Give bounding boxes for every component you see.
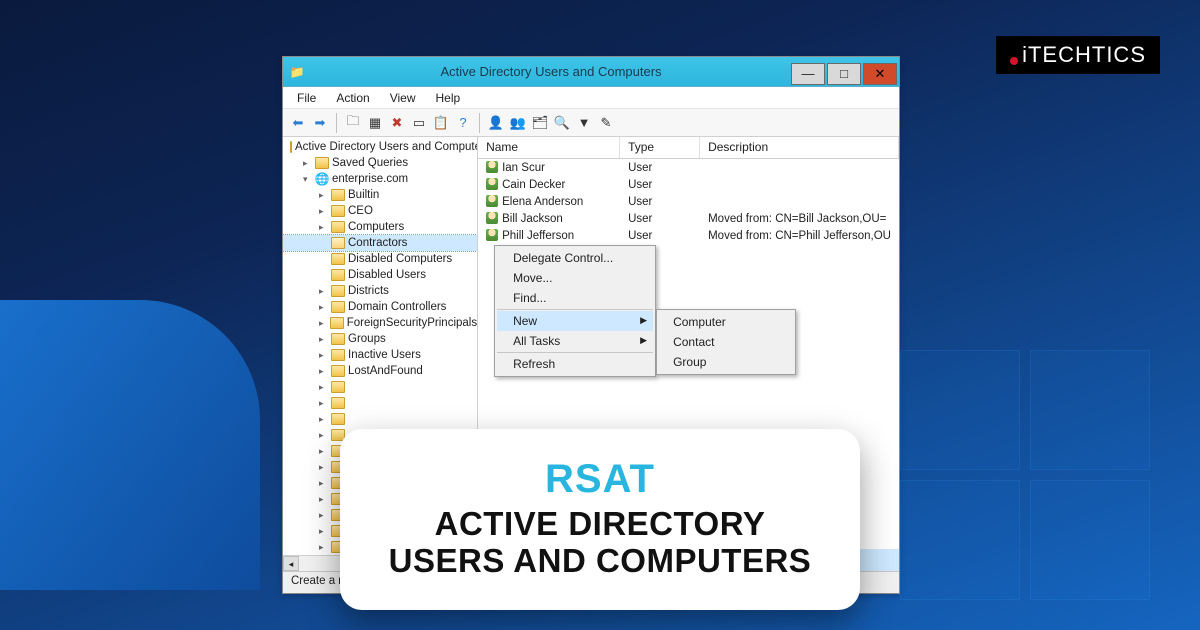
submenu-group[interactable]: Group — [659, 352, 793, 372]
tree-domain[interactable]: ▾🌐enterprise.com — [283, 171, 477, 187]
ctx-refresh[interactable]: Refresh — [497, 354, 653, 374]
user-icon — [486, 161, 498, 173]
bg-swoosh — [0, 300, 260, 590]
tree-node[interactable]: ▸Computers — [283, 219, 477, 235]
list-row[interactable]: Elena AndersonUser — [478, 193, 899, 210]
tree-node[interactable]: ▸Inactive Users — [283, 347, 477, 363]
new-group-icon[interactable]: 👥 — [509, 114, 527, 132]
refresh-icon[interactable]: 📋 — [432, 114, 450, 132]
submenu-contact[interactable]: Contact — [659, 332, 793, 352]
card-subtitle: ACTIVE DIRECTORY USERS AND COMPUTERS — [380, 506, 820, 580]
tree-node[interactable]: ▸ — [283, 411, 477, 427]
maximize-button[interactable]: □ — [827, 63, 861, 85]
menu-help[interactable]: Help — [428, 89, 469, 107]
find-icon[interactable]: 🔍 — [553, 114, 571, 132]
tree-node[interactable]: ▸CEO — [283, 203, 477, 219]
menu-file[interactable]: File — [289, 89, 324, 107]
col-desc[interactable]: Description — [700, 137, 899, 158]
filter-icon[interactable]: ▼ — [575, 114, 593, 132]
minimize-button[interactable]: — — [791, 63, 825, 85]
tree-node[interactable]: Disabled Users — [283, 267, 477, 283]
toolbar: ⬅ ➡ 🗀 ▦ ✖ ▭ 📋 ? 👤 👥 🗂 🔍 ▼ ✎ — [283, 109, 899, 137]
window-title: Active Directory Users and Computers — [311, 64, 791, 79]
ctx-move[interactable]: Move... — [497, 268, 653, 288]
new-user-icon[interactable]: 👤 — [487, 114, 505, 132]
user-icon — [486, 178, 498, 190]
tree-node[interactable]: ▸ForeignSecurityPrincipals — [283, 315, 477, 331]
bg-windows-logo — [900, 350, 1160, 630]
list-row[interactable]: Ian ScurUser — [478, 159, 899, 176]
ctx-delegate[interactable]: Delegate Control... — [497, 248, 653, 268]
ctx-new[interactable]: New▶ — [497, 311, 653, 331]
properties-icon[interactable]: ▭ — [410, 114, 428, 132]
ctx-find[interactable]: Find... — [497, 288, 653, 310]
list-row[interactable]: Cain DeckerUser — [478, 176, 899, 193]
forward-icon[interactable]: ➡ — [311, 114, 329, 132]
titlebar[interactable]: 📁 Active Directory Users and Computers —… — [283, 57, 899, 87]
menubar: File Action View Help — [283, 87, 899, 109]
list-row[interactable]: Phill JeffersonUserMoved from: CN=Phill … — [478, 227, 899, 244]
tree-node[interactable]: ▸ — [283, 395, 477, 411]
user-icon — [486, 229, 498, 241]
tree-node[interactable]: Disabled Computers — [283, 251, 477, 267]
back-icon[interactable]: ⬅ — [289, 114, 307, 132]
context-menu[interactable]: Delegate Control... Move... Find... New▶… — [494, 245, 656, 377]
menu-view[interactable]: View — [382, 89, 424, 107]
tree-node[interactable]: ▸LostAndFound — [283, 363, 477, 379]
title-card: RSAT ACTIVE DIRECTORY USERS AND COMPUTER… — [340, 429, 860, 610]
ctx-alltasks[interactable]: All Tasks▶ — [497, 331, 653, 353]
card-title: RSAT — [380, 457, 820, 502]
col-name[interactable]: Name — [478, 137, 620, 158]
help-icon[interactable]: ? — [454, 114, 472, 132]
submenu-computer[interactable]: Computer — [659, 312, 793, 332]
window-icon: 📁 — [283, 65, 311, 79]
list-header[interactable]: Name Type Description — [478, 137, 899, 159]
chevron-right-icon: ▶ — [640, 315, 647, 326]
tree-saved-queries[interactable]: ▸Saved Queries — [283, 155, 477, 171]
new-ou-icon[interactable]: 🗂 — [531, 114, 549, 132]
delete-icon[interactable]: ✖ — [388, 114, 406, 132]
tree-root[interactable]: Active Directory Users and Computers [pd… — [283, 139, 477, 155]
tree-node[interactable]: ▸Builtin — [283, 187, 477, 203]
add-query-icon[interactable]: ✎ — [597, 114, 615, 132]
list-row[interactable]: Bill JacksonUserMoved from: CN=Bill Jack… — [478, 210, 899, 227]
submenu-new[interactable]: Computer Contact Group — [656, 309, 796, 375]
tree-node[interactable]: ▸Districts — [283, 283, 477, 299]
tree-node[interactable]: ▸ — [283, 379, 477, 395]
tree-node[interactable]: ▸Groups — [283, 331, 477, 347]
col-type[interactable]: Type — [620, 137, 700, 158]
close-button[interactable]: ✕ — [863, 63, 897, 85]
brand-logo: iTECHTICS — [996, 36, 1160, 74]
up-icon[interactable]: 🗀 — [344, 114, 362, 132]
user-icon — [486, 195, 498, 207]
scroll-left-icon[interactable]: ◂ — [283, 556, 299, 571]
chevron-right-icon: ▶ — [640, 335, 647, 346]
tree-node-selected[interactable]: Contractors — [283, 235, 477, 251]
user-icon — [486, 212, 498, 224]
tree-node[interactable]: ▸Domain Controllers — [283, 299, 477, 315]
menu-action[interactable]: Action — [328, 89, 377, 107]
list-icon[interactable]: ▦ — [366, 114, 384, 132]
